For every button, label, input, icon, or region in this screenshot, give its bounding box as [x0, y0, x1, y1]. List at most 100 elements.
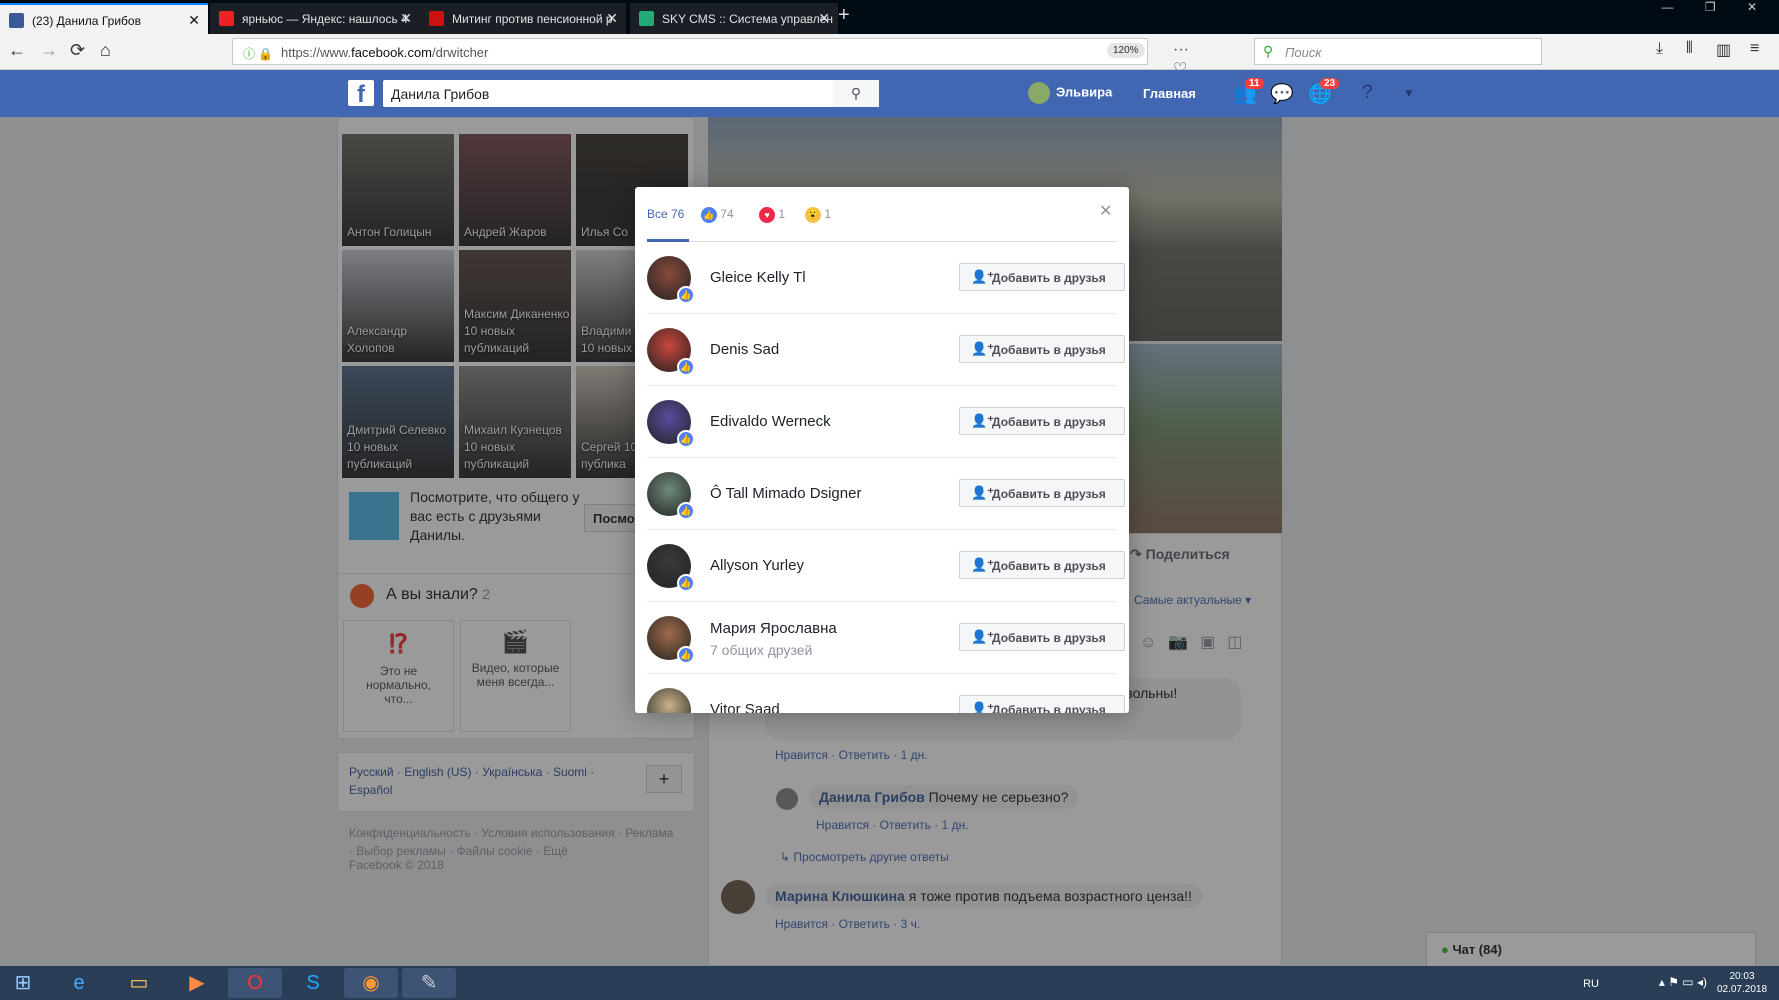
tab-wow[interactable]: 😮 1 — [805, 207, 831, 223]
account-menu-icon[interactable]: ▼ — [1403, 86, 1427, 108]
sidebar-icon[interactable]: ▥ — [1716, 40, 1731, 60]
lock-icon: ⓘ 🔒 — [243, 47, 274, 61]
facebook-logo[interactable]: f — [348, 80, 374, 108]
browser-tab-bar: (23) Данила Грибов ✕ ярньюс — Яндекс: нашл… — [0, 0, 1779, 34]
reactor-name[interactable]: Gleice Kelly Tl — [710, 269, 806, 286]
reaction-tabs: Все 76 👍 74 ♥ 1 😮 1 — [647, 187, 1117, 242]
home-link[interactable]: Главная — [1143, 86, 1196, 101]
reactor-name[interactable]: Ô Tall Mimado Dsigner — [710, 485, 861, 502]
reactor-row: 👍 Allyson Yurley 👤⁺ Добавить в друзья — [647, 530, 1125, 602]
close-tab-icon[interactable]: ✕ — [188, 12, 200, 29]
reactor-row: 👍 Мария Ярославна 7 общих друзей 👤⁺ Добавить… — [647, 602, 1125, 674]
add-friend-button[interactable]: 👤⁺ Добавить в друзья — [959, 479, 1125, 507]
browser-tab[interactable]: SKY CMS :: Система управлен ✕ — [630, 3, 838, 34]
close-icon[interactable]: ✕ — [1099, 201, 1112, 221]
forward-icon[interactable]: → — [40, 40, 58, 61]
tab-love[interactable]: ♥ 1 — [759, 207, 785, 223]
firefox-icon[interactable]: ◉ — [344, 968, 398, 998]
avatar — [1028, 82, 1050, 104]
skype-icon[interactable]: S — [286, 968, 340, 998]
menu-icon[interactable]: ≡ — [1750, 40, 1759, 58]
browser-tab[interactable]: Митинг против пенсионной р ✕ — [420, 3, 626, 34]
language-indicator[interactable]: RU — [1583, 978, 1599, 991]
paint-icon[interactable]: ✎ — [402, 968, 456, 998]
add-friend-button[interactable]: 👤⁺ Добавить в друзья — [959, 335, 1125, 363]
like-badge-icon: 👍 — [677, 646, 695, 664]
download-icon[interactable]: ⤓ — [1656, 40, 1663, 58]
reactor-row: 👍 Denis Sad 👤⁺ Добавить в друзья — [647, 314, 1125, 386]
notifications-icon[interactable]: 🌐 23 — [1308, 78, 1340, 105]
reactor-name[interactable]: Vitor Saad — [710, 701, 780, 713]
like-badge-icon: 👍 — [677, 502, 695, 520]
messenger-icon[interactable]: 💬 — [1270, 82, 1294, 105]
add-friend-label: Добавить в друзья — [992, 343, 1106, 357]
add-friend-button[interactable]: 👤⁺ Добавить в друзья — [959, 407, 1125, 435]
add-friend-icon: 👤⁺ — [971, 485, 995, 500]
media-player-icon[interactable]: ▶ — [170, 968, 224, 998]
explorer-icon[interactable]: ▭ — [112, 968, 166, 998]
url-text: https://www.facebook.com/drwitcher — [281, 45, 489, 60]
add-friend-button[interactable]: 👤⁺ Добавить в друзья — [959, 695, 1125, 713]
clock-time: 20:03 — [1729, 971, 1755, 982]
favicon-icon — [219, 11, 234, 26]
add-friend-button[interactable]: 👤⁺ Добавить в друзья — [959, 623, 1125, 651]
reactor-name[interactable]: Denis Sad — [710, 341, 779, 358]
add-friend-label: Добавить в друзья — [992, 271, 1106, 285]
zoom-badge[interactable]: 120% — [1107, 43, 1145, 58]
reactor-row: 👍Vitor Saad👤⁺Добавить в друзья — [647, 674, 1125, 713]
opera-icon[interactable]: O — [228, 968, 282, 998]
add-friend-button[interactable]: 👤⁺ Добавить в друзья — [959, 263, 1125, 291]
window-controls[interactable]: — ❐ ✕ — [1662, 0, 1771, 14]
tab-title: ярньюс — Яндекс: нашлось 4 — [242, 12, 408, 26]
reactor-name[interactable]: Allyson Yurley — [710, 557, 804, 574]
search-icon[interactable]: ⚲ — [833, 80, 879, 107]
tab-title: Митинг против пенсионной р — [452, 12, 613, 26]
reactor-row: 👍 Gleice Kelly Tl 👤⁺ Добавить в друзья — [647, 242, 1125, 314]
browser-nav-bar: ← → ⟳ ⌂ ⓘ 🔒 https://www.facebook.com/drw… — [0, 34, 1779, 98]
mutual-friends[interactable]: 7 общих друзей — [710, 642, 812, 658]
like-badge-icon: 👍 — [677, 286, 695, 304]
home-icon[interactable]: ⌂ — [100, 40, 111, 61]
reactor-name[interactable]: Мария Ярославна — [710, 620, 837, 637]
browser-search-field[interactable]: ⚲ Поиск — [1254, 38, 1542, 65]
help-icon[interactable]: ? — [1362, 82, 1386, 104]
close-tab-icon[interactable]: ✕ — [400, 10, 412, 27]
new-tab-button[interactable]: + — [838, 4, 850, 27]
facebook-header: f Данила Грибов ⚲ Эльвира Главная 👥 11 💬 … — [0, 70, 1779, 117]
add-friend-icon: 👤⁺ — [971, 557, 995, 572]
tab-like[interactable]: 👍 74 — [701, 207, 734, 223]
start-button-icon[interactable]: ⊞ — [2, 968, 44, 998]
library-icon[interactable]: ⫴ — [1686, 40, 1693, 58]
ie-icon[interactable]: e — [52, 968, 106, 998]
back-icon[interactable]: ← — [8, 40, 26, 61]
add-friend-icon: 👤⁺ — [971, 629, 995, 644]
like-badge-icon: 👍 — [677, 358, 695, 376]
browser-tab[interactable]: ярньюс — Яндекс: нашлось 4 ✕ — [210, 3, 420, 34]
tab-all[interactable]: Все 76 — [647, 207, 684, 221]
add-friend-icon: 👤⁺ — [971, 341, 995, 356]
tab-title: (23) Данила Грибов — [32, 14, 141, 28]
windows-taskbar: ⊞ e ▭ ▶ O S ◉ ✎ RU ▴ ⚑ ▭ ◂) 20:03 02.07.201… — [0, 966, 1779, 1000]
tray-icons[interactable]: ▴ ⚑ ▭ ◂) — [1659, 976, 1707, 989]
like-badge-icon: 👍 — [677, 574, 695, 592]
close-tab-icon[interactable]: ✕ — [606, 10, 618, 27]
reload-icon[interactable]: ⟳ — [70, 40, 85, 61]
friend-requests-icon[interactable]: 👥 11 — [1233, 78, 1264, 105]
close-tab-icon[interactable]: ✕ — [818, 10, 830, 27]
add-friend-label: Добавить в друзья — [992, 487, 1106, 501]
favicon-icon — [9, 13, 24, 28]
add-friend-label: Добавить в друзья — [992, 415, 1106, 429]
profile-link[interactable]: Эльвира — [1028, 82, 1112, 104]
browser-tab[interactable]: (23) Данила Грибов ✕ — [0, 3, 208, 34]
facebook-search-input[interactable]: Данила Грибов ⚲ — [383, 80, 879, 107]
profile-name: Эльвира — [1056, 84, 1113, 100]
avatar[interactable] — [647, 688, 691, 713]
reactor-name[interactable]: Edivaldo Werneck — [710, 413, 831, 430]
system-tray[interactable]: RU ▴ ⚑ ▭ ◂) 20:03 02.07.2018 — [1583, 970, 1769, 996]
search-icon: ⚲ — [1263, 43, 1274, 59]
url-bar[interactable]: ⓘ 🔒 https://www.facebook.com/drwitcher 1… — [232, 38, 1189, 98]
like-badge-icon: 👍 — [677, 430, 695, 448]
add-friend-label: Добавить в друзья — [992, 703, 1106, 713]
add-friend-button[interactable]: 👤⁺ Добавить в друзья — [959, 551, 1125, 579]
favicon-icon — [639, 11, 654, 26]
